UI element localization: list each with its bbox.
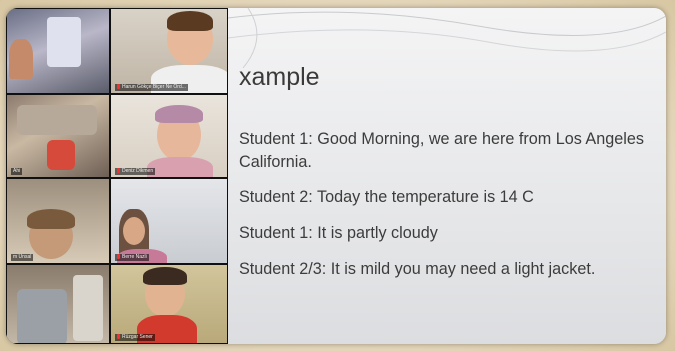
- slide-decoration: [228, 8, 666, 68]
- shared-slide: xample Student 1: Good Morning, we are h…: [228, 8, 666, 344]
- participant-tile[interactable]: Ahi: [6, 94, 110, 178]
- participant-tile[interactable]: [6, 8, 110, 94]
- picture-frame: xample Student 1: Good Morning, we are h…: [0, 0, 675, 351]
- participant-name: Harun Gökçe Biçer Ne Ord...: [115, 84, 188, 91]
- participant-tile[interactable]: Deniz Dikmen: [110, 94, 228, 178]
- muted-mic-icon: [117, 334, 120, 340]
- muted-mic-icon: [117, 168, 120, 174]
- participant-name: m Unsal: [11, 254, 34, 261]
- slide-line: California.: [239, 153, 312, 171]
- slide-line: Student 1: It is partly cloudy: [239, 224, 438, 242]
- slide-title: xample: [239, 63, 320, 91]
- participant-name: Ahi: [11, 168, 23, 175]
- participant-name: Berre Nazli: [115, 254, 149, 261]
- video-call-screen: xample Student 1: Good Morning, we are h…: [6, 8, 666, 344]
- participant-tile[interactable]: Rüzgar Sener: [110, 264, 228, 344]
- muted-mic-icon: [117, 84, 120, 90]
- participant-tile[interactable]: [6, 264, 110, 344]
- slide-line: Student 1: Good Morning, we are here fro…: [239, 130, 644, 148]
- slide-line: Student 2/3: It is mild you may need a l…: [239, 260, 596, 278]
- participant-tile[interactable]: Harun Gökçe Biçer Ne Ord...: [110, 8, 228, 94]
- muted-mic-icon: [117, 254, 120, 260]
- participant-name: Deniz Dikmen: [115, 168, 156, 175]
- participant-tile[interactable]: m Unsal: [6, 178, 110, 264]
- participant-gallery: Harun Gökçe Biçer Ne Ord... Ahi Deniz Di…: [6, 8, 228, 344]
- participant-name: Rüzgar Sener: [115, 334, 155, 341]
- slide-line: Student 2: Today the temperature is 14 C: [239, 188, 534, 206]
- participant-tile[interactable]: Berre Nazli: [110, 178, 228, 264]
